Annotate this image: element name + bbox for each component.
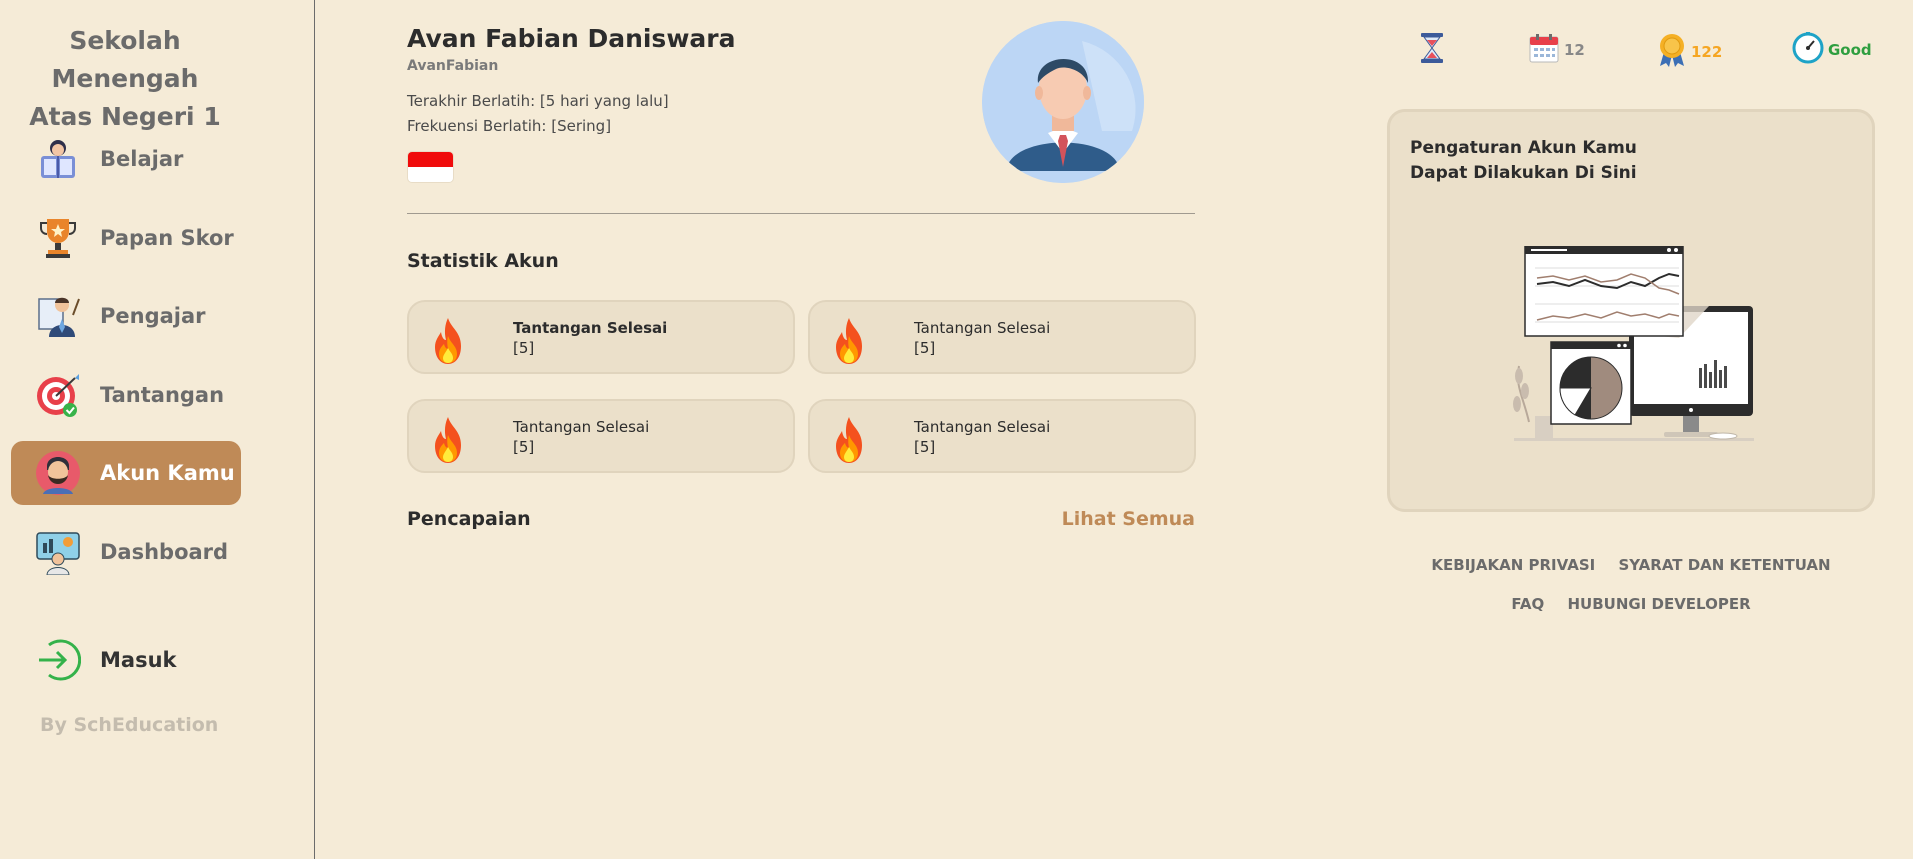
stats-title: Statistik Akun	[407, 250, 559, 272]
sidebar-item-label: Dashboard	[100, 540, 229, 564]
stat-label: Tantangan Selesai	[513, 418, 650, 436]
fire-icon	[828, 415, 870, 465]
sidebar-item-pengajar[interactable]: Pengajar	[11, 284, 241, 348]
stat-value: [5]	[513, 438, 535, 456]
medal-stat[interactable]: 122	[1657, 32, 1722, 72]
status-stat[interactable]: Good	[1792, 32, 1872, 68]
stat-label: Tantangan Selesai	[513, 319, 668, 337]
privacy-policy-link[interactable]: KEBIJAKAN PRIVASI	[1431, 556, 1595, 574]
medal-value: 122	[1691, 43, 1723, 61]
last-trained-text: Terakhir Berlatih: [5 hari yang lalu]	[407, 92, 669, 110]
sidebar-item-akun-kamu[interactable]: Akun Kamu	[11, 441, 241, 505]
login-label: Masuk	[100, 648, 177, 672]
achievements-title: Pencapaian	[407, 508, 531, 530]
fire-icon	[828, 316, 870, 366]
school-name: Sekolah Menengah Atas Negeri 1	[29, 26, 221, 131]
calendar-stat[interactable]: 12	[1528, 32, 1585, 68]
hourglass-icon	[1419, 32, 1445, 68]
login-button[interactable]: Masuk	[11, 628, 241, 692]
sidebar-item-label: Papan Skor	[100, 226, 234, 250]
hourglass-stat[interactable]	[1419, 32, 1445, 68]
stat-label: Tantangan Selesai	[914, 418, 1051, 436]
target-icon	[34, 371, 82, 419]
reading-student-icon	[34, 135, 82, 183]
stat-card: Tantangan Selesai [5]	[407, 399, 795, 473]
analytics-monitor-illustration	[1509, 245, 1759, 456]
businessman-avatar-icon	[982, 21, 1144, 183]
see-all-link[interactable]: Lihat Semua	[1062, 508, 1195, 530]
footer-links-row-1: KEBIJAKAN PRIVASI SYARAT DAN KETENTUAN	[1387, 556, 1875, 574]
stat-card: Tantangan Selesai [5]	[407, 300, 795, 374]
sidebar-item-label: Tantangan	[100, 383, 225, 407]
stat-label: Tantangan Selesai	[914, 319, 1051, 337]
byline: By SchEducation	[40, 714, 219, 736]
medal-icon	[1657, 32, 1687, 72]
indonesia-flag-icon	[407, 151, 454, 183]
footer-links-row-2: FAQ HUBUNGI DEVELOPER	[1387, 595, 1875, 613]
stat-card: Tantangan Selesai [5]	[808, 399, 1196, 473]
sidebar-item-label: Pengajar	[100, 304, 206, 328]
fire-icon	[427, 415, 469, 465]
terms-link[interactable]: SYARAT DAN KETENTUAN	[1618, 556, 1830, 574]
stat-value: [5]	[513, 339, 535, 357]
user-avatar-icon	[34, 449, 82, 497]
profile-divider	[407, 213, 1195, 214]
sidebar-item-tantangan[interactable]: Tantangan	[11, 363, 241, 427]
login-arrow-icon	[34, 636, 82, 684]
calendar-icon	[1528, 32, 1560, 68]
sidebar-item-dashboard[interactable]: Dashboard	[11, 520, 241, 584]
faq-link[interactable]: FAQ	[1511, 595, 1544, 613]
teacher-icon	[34, 292, 82, 340]
main-content: Avan Fabian Daniswara AvanFabian Terakhi…	[407, 0, 1197, 859]
gauge-icon	[1792, 32, 1824, 68]
status-value: Good	[1828, 41, 1872, 59]
contact-developer-link[interactable]: HUBUNGI DEVELOPER	[1567, 595, 1750, 613]
sidebar-item-belajar[interactable]: Belajar	[11, 127, 241, 191]
settings-card-text: Pengaturan Akun Kamu Dapat Dilakukan Di …	[1410, 138, 1637, 183]
fire-icon	[427, 316, 469, 366]
username: AvanFabian	[407, 58, 499, 74]
stat-card: Tantangan Selesai [5]	[808, 300, 1196, 374]
sidebar-item-label: Belajar	[100, 147, 184, 171]
sidebar: Sekolah Menengah Atas Negeri 1 Belajar P…	[0, 0, 315, 859]
trophy-icon	[34, 214, 82, 262]
stat-value: [5]	[914, 438, 936, 456]
training-frequency-text: Frekuensi Berlatih: [Sering]	[407, 117, 612, 135]
calendar-value: 12	[1564, 41, 1585, 59]
sidebar-item-papan-skor[interactable]: Papan Skor	[11, 206, 241, 270]
user-full-name: Avan Fabian Daniswara	[407, 24, 736, 53]
account-settings-card[interactable]: Pengaturan Akun Kamu Dapat Dilakukan Di …	[1387, 109, 1875, 512]
dashboard-person-icon	[34, 528, 82, 576]
stat-value: [5]	[914, 339, 936, 357]
sidebar-item-label: Akun Kamu	[100, 461, 235, 485]
